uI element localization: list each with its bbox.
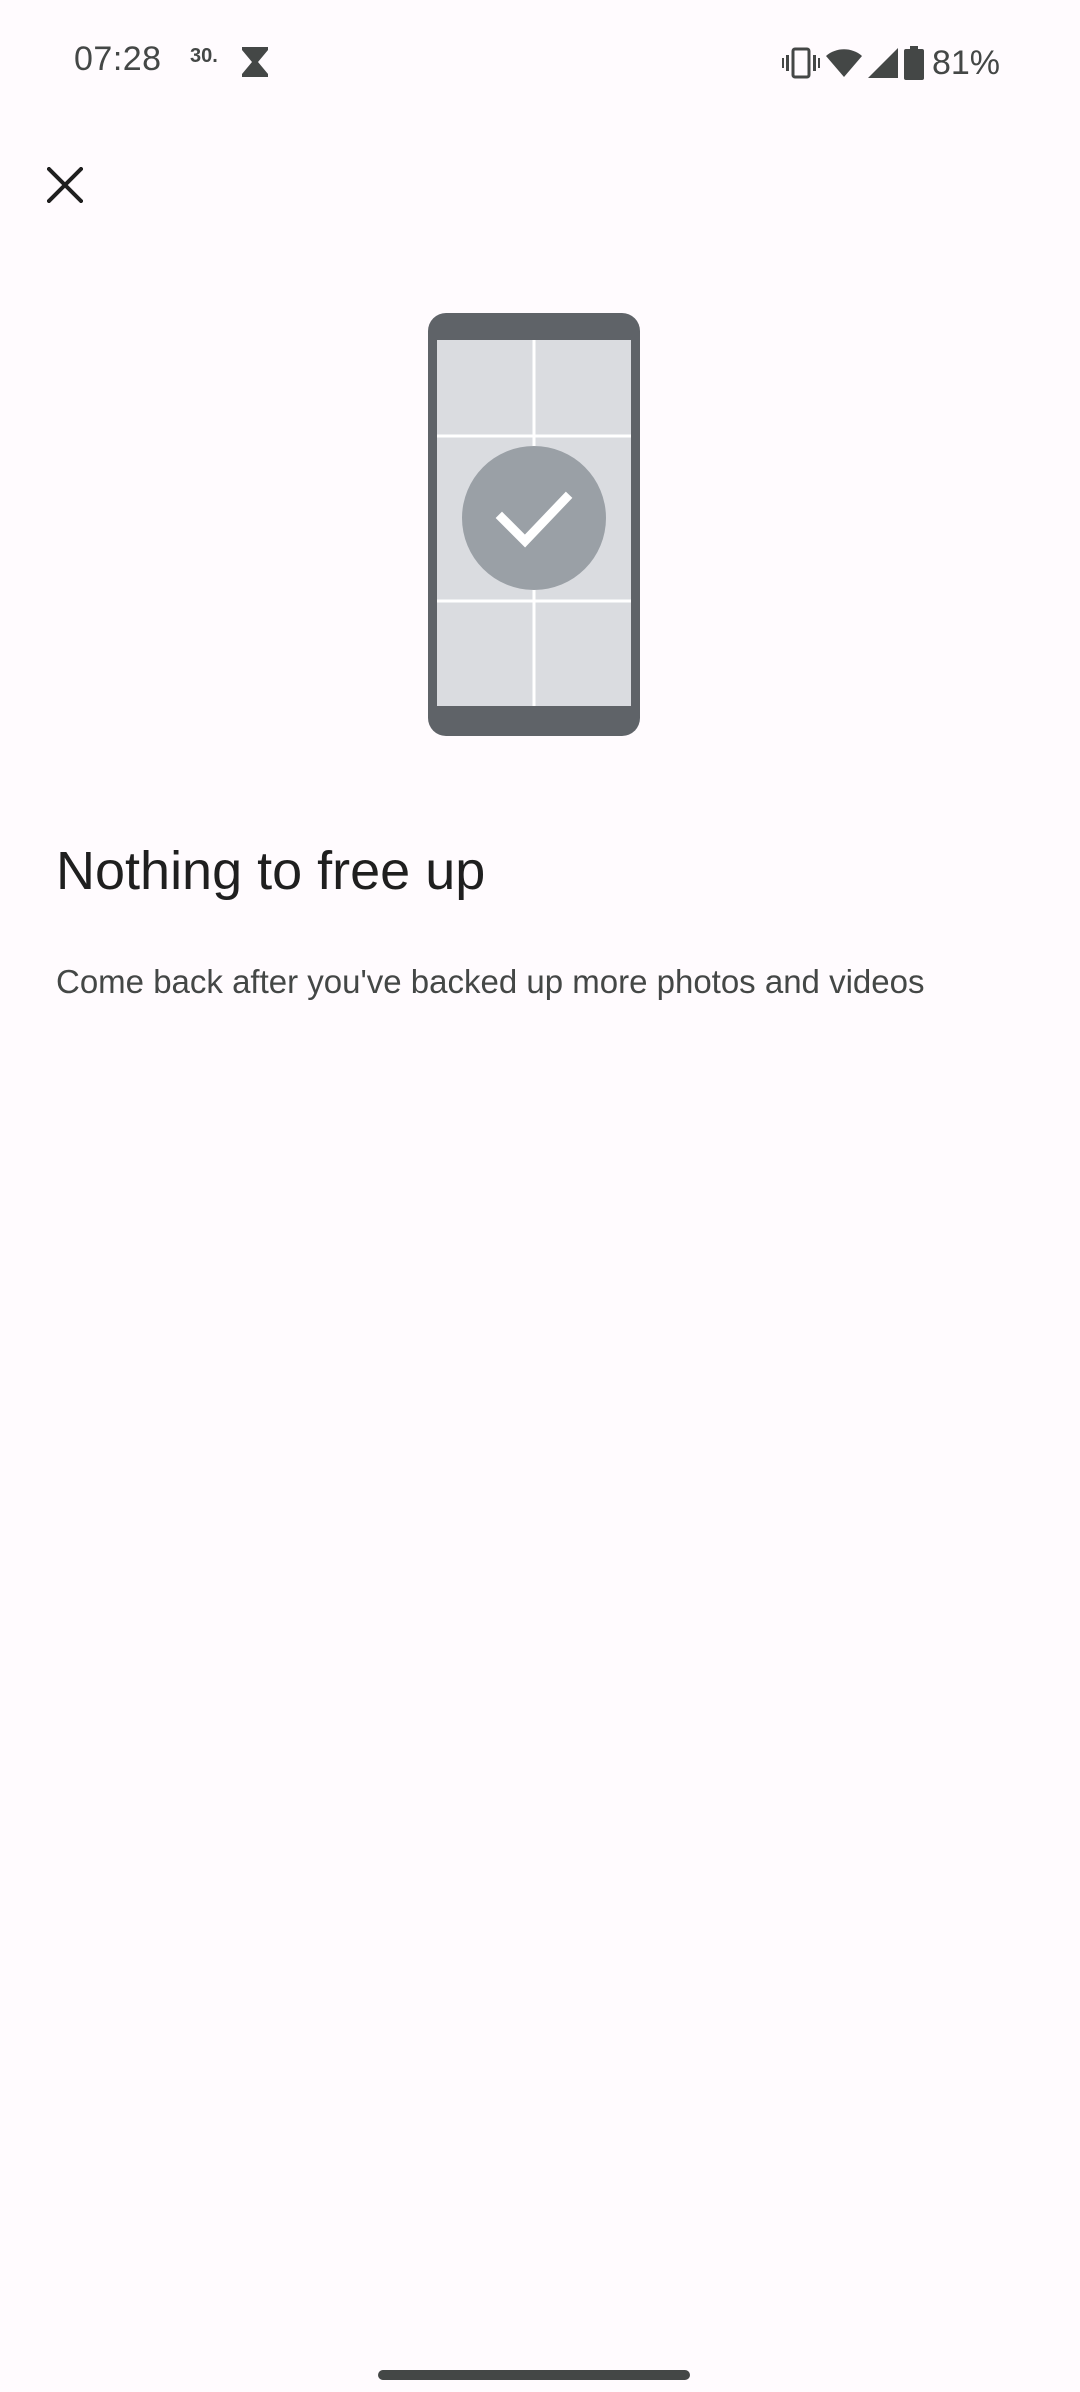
empty-state-message: Come back after you've backed up more ph… [56,963,925,1000]
phone-check-illustration [420,310,650,740]
battery-icon [903,46,924,80]
home-gesture-bar[interactable] [378,2370,690,2380]
close-icon [47,167,83,203]
notification-date-icon: 30. [190,45,218,67]
battery-percent: 81% [931,43,1000,82]
vibrate-icon [781,46,820,80]
hourglass-icon [240,46,270,83]
status-bar: 07:28 30. 81% [0,0,1080,130]
status-icons: 81% [776,38,1000,88]
close-button[interactable] [30,150,100,220]
page-title: Nothing to free up [56,841,486,901]
wifi-icon [825,48,862,78]
status-time: 07:28 [74,40,162,78]
cell-signal-icon [867,48,898,78]
